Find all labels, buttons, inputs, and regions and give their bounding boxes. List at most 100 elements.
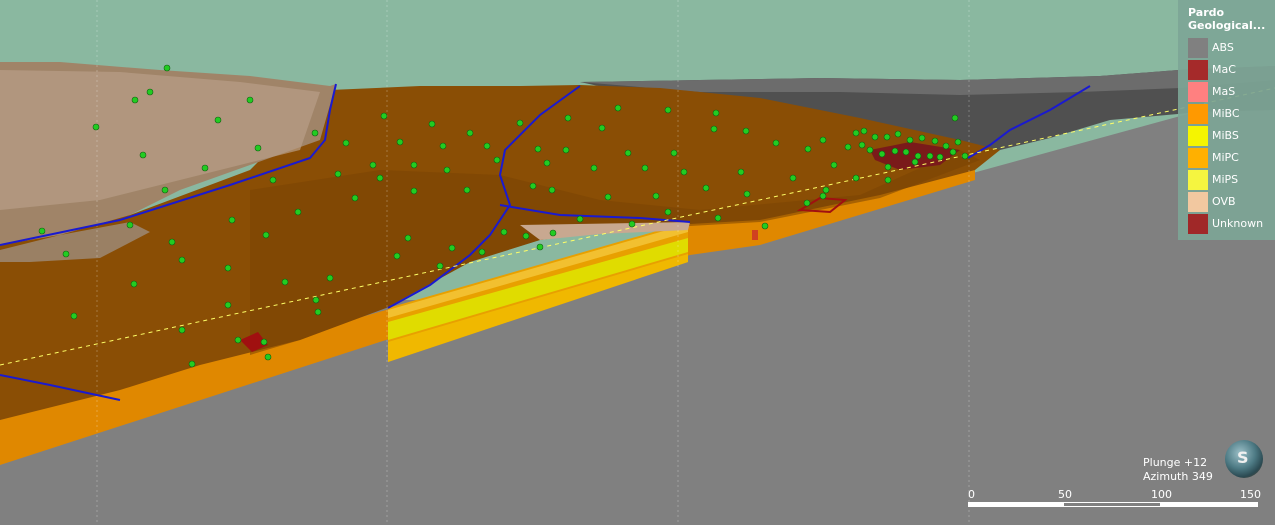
scale-bar: 0 50 100 150 (968, 488, 1261, 518)
drillhole-collar-marker (871, 133, 879, 141)
drillhole-collar-marker (351, 194, 359, 202)
drillhole-collar-marker (326, 274, 334, 282)
legend-label: MiBS (1212, 129, 1239, 142)
drillhole-collar-marker (624, 149, 632, 157)
legend-title-line1: Pardo (1188, 6, 1225, 19)
drillhole-collar-marker (201, 164, 209, 172)
legend-item-unknown[interactable]: Unknown (1188, 214, 1274, 234)
drillhole-collar-marker (772, 139, 780, 147)
legend-item-mibc[interactable]: MiBC (1188, 104, 1274, 124)
drillhole-collar-marker (448, 244, 456, 252)
drillhole-collar-marker (844, 143, 852, 151)
drillhole-collar-marker (680, 168, 688, 176)
legend-swatch (1188, 104, 1208, 124)
drillhole-collar-marker (949, 148, 957, 156)
legend-item-mibs[interactable]: MiBS (1188, 126, 1274, 146)
legend-label: ABS (1212, 41, 1234, 54)
drillhole-collar-marker (529, 182, 537, 190)
drillhole-collar-marker (918, 134, 926, 142)
drillhole-collar-marker (860, 127, 868, 135)
legend-item-mipc[interactable]: MiPC (1188, 148, 1274, 168)
drillhole-collar-marker (954, 138, 962, 146)
drillhole-collar-marker (269, 176, 277, 184)
drillhole-collar-marker (463, 186, 471, 194)
drillhole-collar-marker (604, 193, 612, 201)
drillhole-collar-marker (710, 125, 718, 133)
legend-title-line2: Geological... (1188, 19, 1266, 32)
drillhole-collar-marker (902, 148, 910, 156)
drillhole-collar-marker (548, 186, 556, 194)
drillhole-collar-marker (376, 174, 384, 182)
legend-label: Unknown (1212, 217, 1264, 230)
compass-logo-icon[interactable]: S (1225, 440, 1263, 478)
drillhole-collar-marker (466, 129, 474, 137)
legend-label: OVB (1212, 195, 1236, 208)
geological-scene[interactable] (0, 0, 1275, 525)
drillhole-collar-marker (428, 120, 436, 128)
legend-swatch (1188, 148, 1208, 168)
drillhole-collar-marker (742, 127, 750, 135)
drillhole-collar-marker (819, 136, 827, 144)
drillhole-collar-marker (737, 168, 745, 176)
drillhole-collar-marker (664, 106, 672, 114)
drillhole-collar-marker (906, 136, 914, 144)
drillhole-collar-marker (884, 176, 892, 184)
drillhole-collar-marker (664, 208, 672, 216)
drillhole-collar-marker (62, 250, 70, 258)
drillhole-collar-marker (393, 252, 401, 260)
drillhole-collar-marker (702, 184, 710, 192)
drillhole-collar-marker (228, 216, 236, 224)
legend-item-abs[interactable]: ABS (1188, 38, 1274, 58)
drillhole-collar-marker (858, 141, 866, 149)
drillhole-collar-marker (342, 139, 350, 147)
drillhole-collar-marker (264, 353, 272, 361)
legend-label: MaS (1212, 85, 1236, 98)
drillhole-collar-marker (493, 156, 501, 164)
drillhole-collar-marker (478, 248, 486, 256)
drillhole-collar-marker (246, 96, 254, 104)
3d-viewport[interactable]: Pardo Geological... ABS MaC MaS MiBC MiB… (0, 0, 1275, 525)
scale-tick: 0 (968, 488, 975, 501)
drillhole-collar-marker (334, 170, 342, 178)
drillhole-collar-marker (126, 221, 134, 229)
drillhole-collar-marker (410, 187, 418, 195)
drillhole-collar-marker (914, 152, 922, 160)
drillhole-collar-marker (549, 229, 557, 237)
drillhole-collar-marker (562, 146, 570, 154)
view-orientation-readout: Plunge +12 Azimuth 349 (1143, 456, 1213, 484)
plunge-readout: Plunge +12 (1143, 456, 1208, 469)
drillhole-collar-marker (234, 336, 242, 344)
drillhole-collar-marker (534, 145, 542, 153)
drillhole-collar-marker (260, 338, 268, 346)
drillhole-collar-marker (178, 326, 186, 334)
drillhole-collar-marker (576, 215, 584, 223)
drillhole-collar-marker (931, 137, 939, 145)
drillhole-collar-marker (670, 149, 678, 157)
legend-swatch (1188, 214, 1208, 234)
drillhole-collar-marker (410, 161, 418, 169)
azimuth-readout: Azimuth 349 (1143, 470, 1213, 483)
drillhole-collar-marker (712, 109, 720, 117)
legend-item-mac[interactable]: MaC (1188, 60, 1274, 80)
drillhole-collar-marker (536, 243, 544, 251)
drillhole-collar-marker (483, 142, 491, 150)
drillhole-collar-marker (652, 192, 660, 200)
drillhole-collar-marker (743, 190, 751, 198)
legend-swatch (1188, 170, 1208, 190)
drillhole-collar-marker (714, 214, 722, 222)
drillhole-collar-marker (369, 161, 377, 169)
drillhole-collar-marker (891, 147, 899, 155)
drillhole-collar-marker (830, 161, 838, 169)
drillhole-collar-marker (439, 142, 447, 150)
scale-segment (1160, 502, 1258, 507)
drillhole-collar-marker (516, 119, 524, 127)
drillhole-collar-marker (281, 278, 289, 286)
drillhole-collar-marker (761, 222, 769, 230)
legend-item-ovb[interactable]: OVB (1188, 192, 1274, 212)
legend-item-mas[interactable]: MaS (1188, 82, 1274, 102)
drillhole-collar-marker (894, 130, 902, 138)
drillhole-collar-marker (804, 145, 812, 153)
drillhole-collar-marker (404, 234, 412, 242)
drillhole-collar-marker (564, 114, 572, 122)
legend-item-mips[interactable]: MiPS (1188, 170, 1274, 190)
